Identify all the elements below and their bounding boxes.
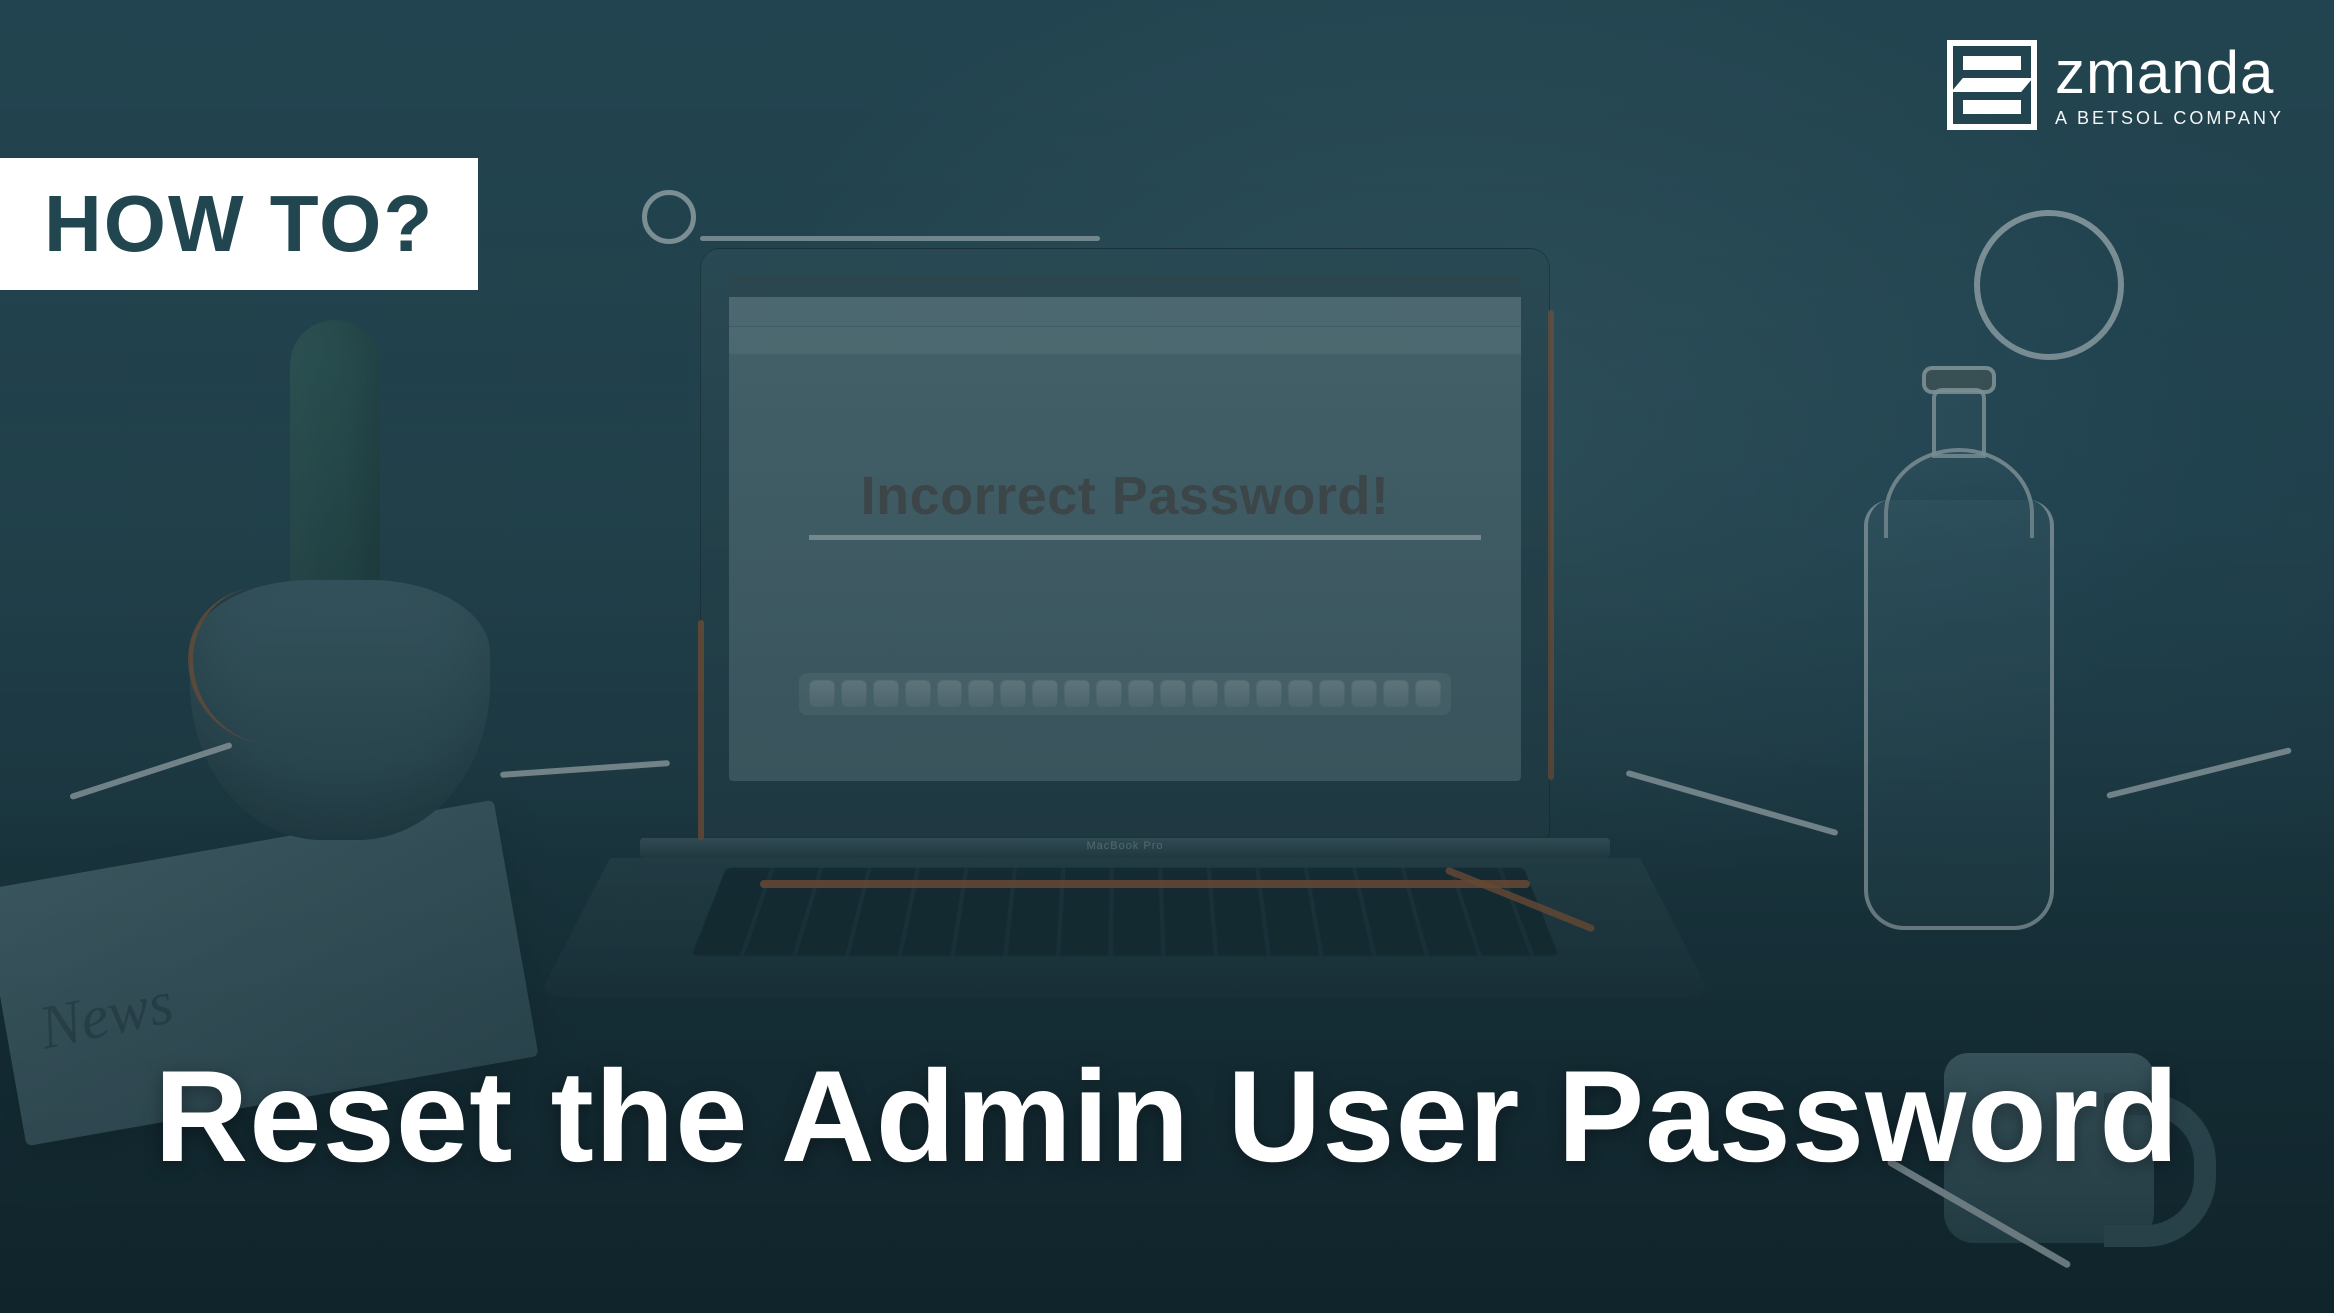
howto-badge: HOW TO? xyxy=(0,158,478,290)
laptop: Incorrect Password! MacBook Pro xyxy=(700,248,1550,1088)
macos-menubar xyxy=(729,275,1521,297)
laptop-base xyxy=(539,858,1712,997)
bottle-body xyxy=(1864,500,2054,930)
brand-tagline: A BETSOL COMPANY xyxy=(2055,109,2284,127)
howto-label: HOW TO? xyxy=(44,179,434,268)
water-bottle xyxy=(1864,370,2054,930)
sketch-circle-icon xyxy=(642,190,696,244)
screen-underline xyxy=(809,535,1481,540)
macos-dock xyxy=(799,673,1451,715)
brand-logo: zmanda A BETSOL COMPANY xyxy=(1947,40,2284,130)
brand-name: zmanda xyxy=(2055,43,2284,103)
cactus-plant xyxy=(290,320,380,620)
laptop-screen: Incorrect Password! xyxy=(729,275,1521,781)
accent-stroke xyxy=(1548,310,1554,780)
plant-pot xyxy=(190,580,490,840)
browser-urlbar xyxy=(729,327,1521,355)
zmanda-mark-icon xyxy=(1947,40,2037,130)
sketch-circle-icon xyxy=(1974,210,2124,360)
laptop-hinge: MacBook Pro xyxy=(640,838,1610,858)
laptop-model-label: MacBook Pro xyxy=(640,840,1610,852)
browser-tabbar xyxy=(729,297,1521,327)
accent-stroke xyxy=(760,880,1530,888)
sketch-line-icon xyxy=(700,236,1100,241)
headline-text: Reset the Admin User Password xyxy=(0,1050,2334,1183)
laptop-lid: Incorrect Password! xyxy=(700,248,1550,838)
accent-stroke xyxy=(698,620,704,840)
screen-error-message: Incorrect Password! xyxy=(729,465,1521,527)
hero-graphic: News Incorrect Password! MacBook Pro xyxy=(0,0,2334,1313)
